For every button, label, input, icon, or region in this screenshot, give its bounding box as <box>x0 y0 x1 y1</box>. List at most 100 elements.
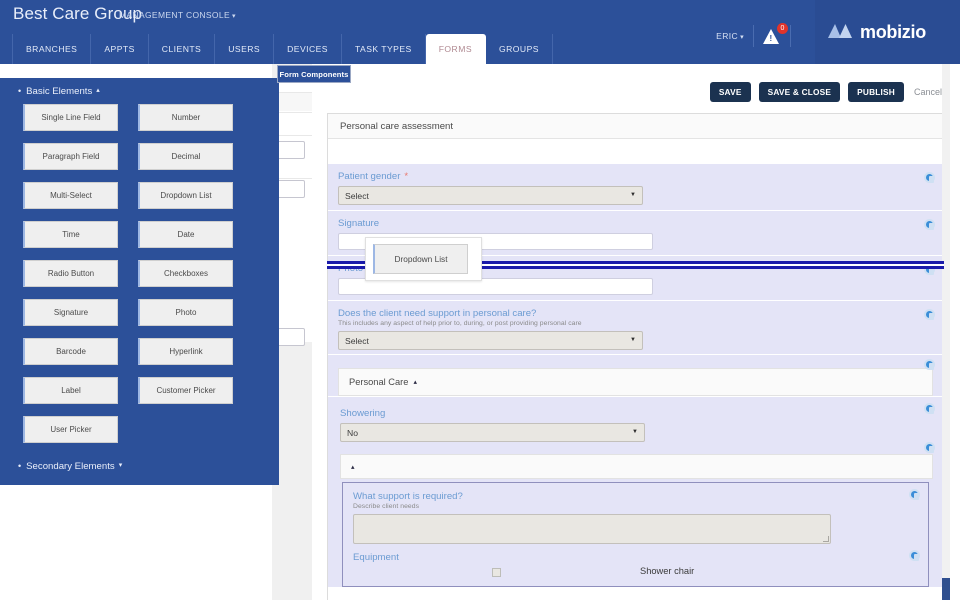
vertical-scrollbar-track[interactable] <box>942 64 950 600</box>
bullet-icon: • <box>18 86 22 96</box>
nav-tab-devices[interactable]: DEVICES <box>274 34 342 64</box>
delete-field-icon[interactable] <box>924 309 935 320</box>
field-what-support[interactable]: What support is required? Describe clien… <box>343 483 928 548</box>
bullet-icon: • <box>18 461 22 471</box>
delete-section-icon[interactable] <box>924 359 935 370</box>
save-and-close-button[interactable]: SAVE & CLOSE <box>758 82 841 102</box>
component-decimal[interactable]: Decimal <box>138 143 233 170</box>
chevron-down-icon: ▾ <box>740 34 744 41</box>
background-input <box>277 141 305 159</box>
field-label: Signature <box>338 218 380 229</box>
what-support-textarea[interactable] <box>353 514 831 544</box>
management-console-label: MANAGEMENT CONSOLE <box>119 10 230 20</box>
showering-select[interactable]: No ▼ <box>340 423 645 442</box>
field-equipment[interactable]: Equipment Shower chair <box>343 548 928 586</box>
field-label-text: Patient gender <box>338 171 401 182</box>
save-button[interactable]: SAVE <box>709 82 751 102</box>
section-secondary-elements[interactable]: • Secondary Elements ▾ <box>18 461 122 472</box>
mobizio-mountain-icon <box>827 21 853 44</box>
field-helper-text: Describe client needs <box>353 503 420 510</box>
background-divider <box>277 178 312 179</box>
background-form-card <box>277 72 312 346</box>
field-label: Equipment <box>353 552 399 563</box>
component-radio-button[interactable]: Radio Button <box>23 260 118 287</box>
delete-field-icon[interactable] <box>909 489 920 500</box>
publish-button[interactable]: PUBLISH <box>848 82 904 102</box>
nav-tab-clients[interactable]: CLIENTS <box>149 34 216 64</box>
section-header[interactable]: Personal Care ▴ <box>338 368 933 396</box>
background-band <box>277 93 312 111</box>
component-paragraph-field[interactable]: Paragraph Field <box>23 143 118 170</box>
field-label: What support is required? <box>353 491 463 502</box>
resize-grip-icon[interactable] <box>823 536 829 542</box>
chevron-up-icon[interactable]: ▴ <box>413 378 417 386</box>
checkbox-shower-chair[interactable] <box>492 568 501 577</box>
brand-logo: mobizio <box>815 0 960 64</box>
vertical-scrollbar-thumb[interactable] <box>942 578 950 600</box>
alerts-button[interactable]: ! 0 <box>763 23 788 45</box>
component-date[interactable]: Date <box>138 221 233 248</box>
component-user-picker[interactable]: User Picker <box>23 416 118 443</box>
support-question-select[interactable]: Select ▼ <box>338 331 643 350</box>
section-title: Personal Care <box>349 377 409 387</box>
field-patient-gender[interactable]: Patient gender * Select ▼ <box>328 164 943 211</box>
component-time[interactable]: Time <box>23 221 118 248</box>
background-input <box>277 328 305 346</box>
chevron-down-icon: ▼ <box>630 337 636 343</box>
patient-gender-select[interactable]: Select ▼ <box>338 186 643 205</box>
field-support-question[interactable]: Does the client need support in personal… <box>328 301 943 355</box>
select-value: No <box>347 427 358 438</box>
delete-field-icon[interactable] <box>924 172 935 183</box>
management-console-menu[interactable]: MANAGEMENT CONSOLE ▾ <box>119 10 236 20</box>
drag-ghost-label: Dropdown List <box>373 244 468 274</box>
chevron-up-icon[interactable]: ▴ <box>96 87 100 94</box>
app-root: SAVE SAVE & CLOSE PUBLISH Cancel Persona… <box>0 0 960 600</box>
section-header[interactable]: ▴ <box>340 454 933 479</box>
nav-tab-users[interactable]: USERS <box>215 34 275 64</box>
section-personal-care[interactable]: Personal Care ▴ <box>328 355 943 397</box>
selected-block[interactable]: What support is required? Describe clien… <box>342 482 929 587</box>
component-photo[interactable]: Photo <box>138 299 233 326</box>
nav-tab-groups[interactable]: GROUPS <box>486 34 553 64</box>
user-area: ERIC ▾ ! 0 <box>716 23 800 47</box>
nav-tab-task-types[interactable]: TASK TYPES <box>342 34 426 64</box>
form-builder-canvas: Personal care assessment Patient gender *… <box>327 113 944 600</box>
component-customer-picker[interactable]: Customer Picker <box>138 377 233 404</box>
warning-exclamation-glyph: ! <box>769 34 773 43</box>
field-helper-text: This includes any aspect of help prior t… <box>338 320 582 327</box>
component-number[interactable]: Number <box>138 104 233 131</box>
nav-tab-forms[interactable]: FORMS <box>425 34 486 64</box>
section-basic-elements[interactable]: • Basic Elements ▴ <box>18 86 100 97</box>
mobizio-wordmark: mobizio <box>860 21 926 42</box>
section-empty[interactable]: ▴ <box>328 442 943 479</box>
nav-tab-appts[interactable]: APPTS <box>91 34 149 64</box>
delete-field-icon[interactable] <box>924 219 935 230</box>
cancel-link[interactable]: Cancel <box>914 87 942 97</box>
field-showering[interactable]: Showering No ▼ <box>328 397 943 445</box>
right-edge-gutter <box>950 64 960 600</box>
component-label[interactable]: Label <box>23 377 118 404</box>
component-single-line-field[interactable]: Single Line Field <box>23 104 118 131</box>
select-value: Select <box>345 335 369 346</box>
component-barcode[interactable]: Barcode <box>23 338 118 365</box>
delete-field-icon[interactable] <box>924 403 935 414</box>
form-action-toolbar: SAVE SAVE & CLOSE PUBLISH Cancel <box>702 82 942 102</box>
checkbox-label: Shower chair <box>640 566 695 576</box>
delete-section-icon[interactable] <box>924 442 935 453</box>
component-hyperlink[interactable]: Hyperlink <box>138 338 233 365</box>
nav-tab-branches[interactable]: BRANCHES <box>12 34 92 64</box>
chevron-down-icon: ▼ <box>630 192 636 198</box>
delete-field-icon[interactable] <box>909 550 920 561</box>
form-components-tab[interactable]: Form Components <box>277 65 351 83</box>
component-dropdown-list[interactable]: Dropdown List <box>138 182 233 209</box>
component-signature[interactable]: Signature <box>23 299 118 326</box>
field-label: Does the client need support in personal… <box>338 308 537 319</box>
background-divider <box>277 92 312 93</box>
user-menu[interactable]: ERIC ▾ <box>716 31 744 41</box>
chevron-down-icon[interactable]: ▾ <box>119 462 123 469</box>
component-checkboxes[interactable]: Checkboxes <box>138 260 233 287</box>
background-divider <box>277 112 312 113</box>
component-multi-select[interactable]: Multi-Select <box>23 182 118 209</box>
chevron-up-icon[interactable]: ▴ <box>351 463 355 471</box>
form-title: Personal care assessment <box>328 114 943 139</box>
